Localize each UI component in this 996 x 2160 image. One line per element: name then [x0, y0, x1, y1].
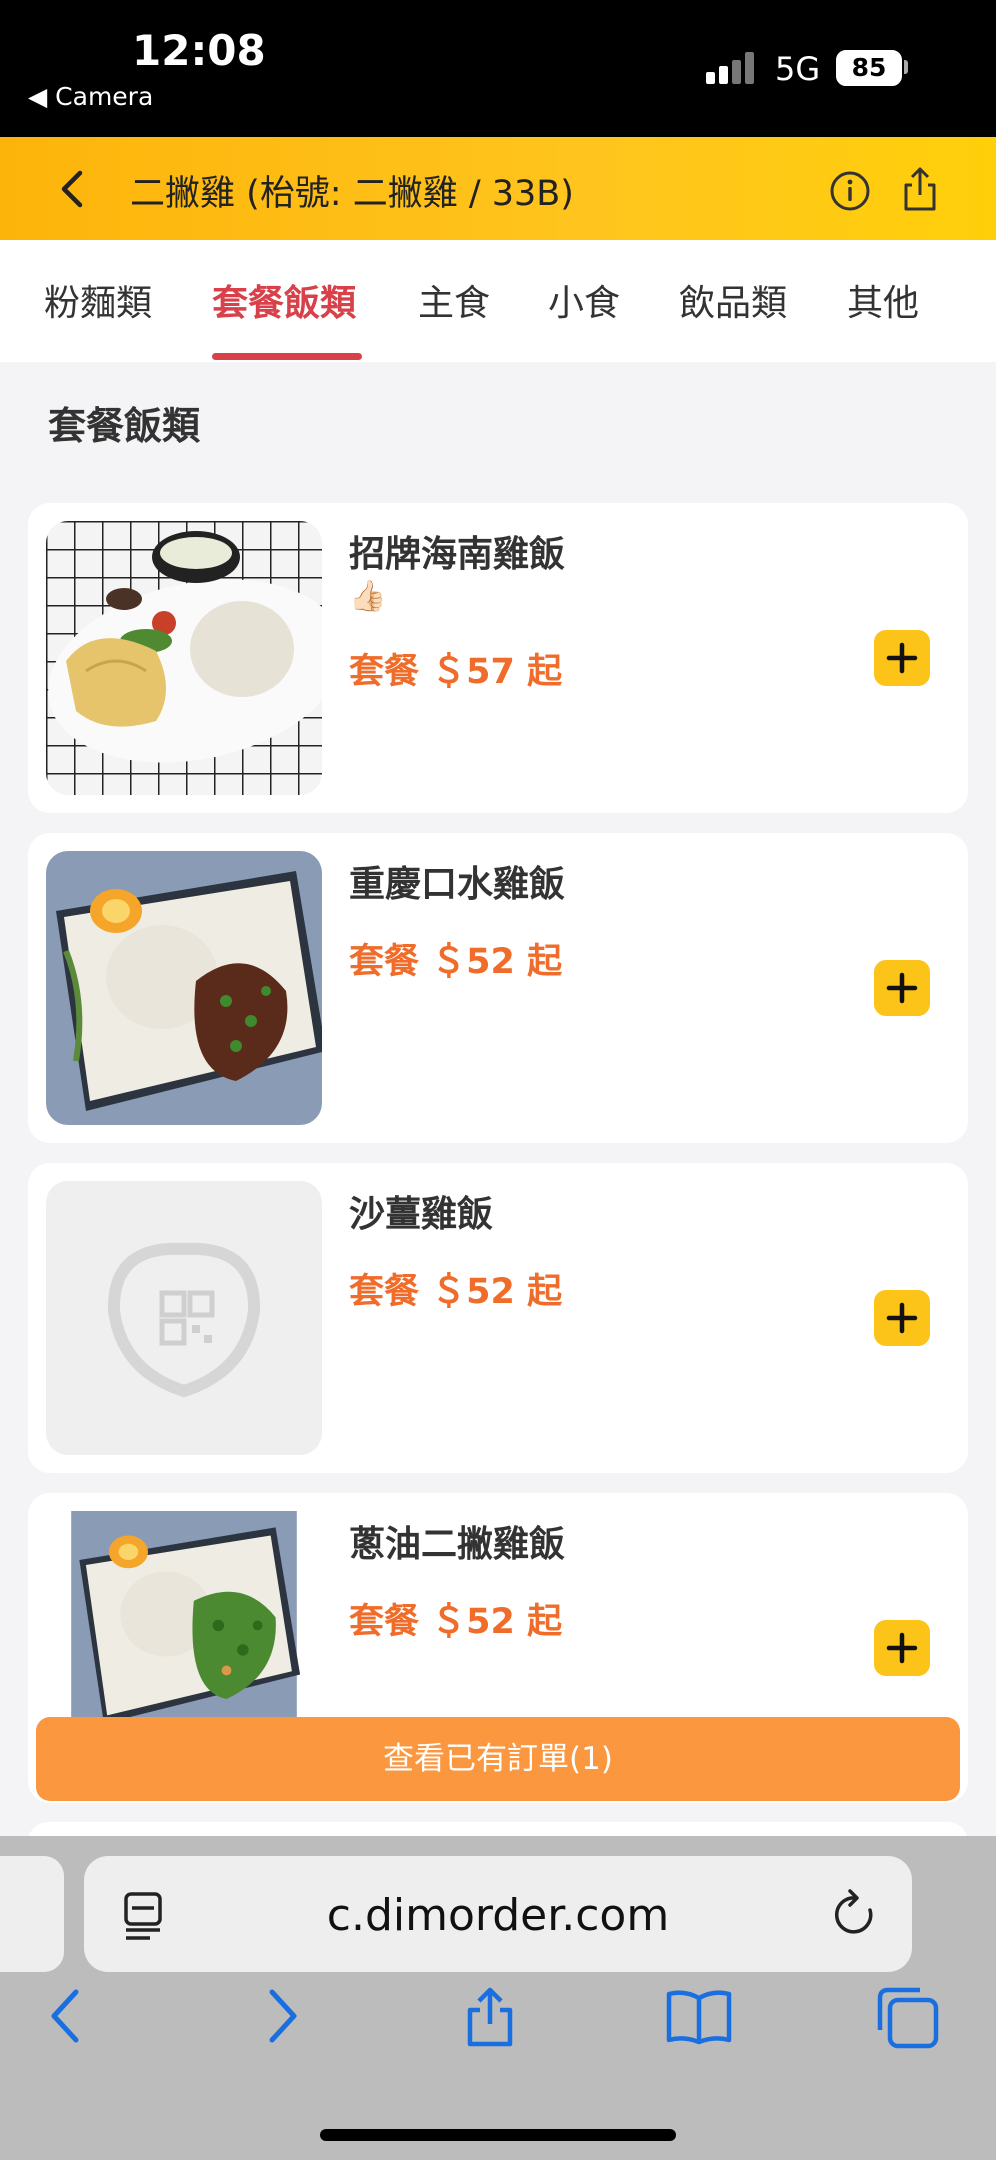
add-item-button[interactable]	[874, 960, 930, 1016]
info-icon[interactable]	[828, 169, 872, 213]
item-price: 套餐 ＄52 起	[349, 1602, 563, 1642]
browser-back-icon[interactable]	[46, 1986, 86, 2046]
share-icon[interactable]	[898, 165, 942, 213]
status-time: 12:08	[132, 26, 266, 75]
previous-tab-card[interactable]	[0, 1856, 64, 1972]
tab-staple[interactable]: 主食	[418, 274, 490, 326]
plus-icon	[886, 1632, 918, 1664]
menu-item-card[interactable]: 招牌海南雞飯 👍🏻 套餐 ＄57 起	[28, 503, 968, 813]
reload-icon[interactable]	[830, 1888, 880, 1940]
tab-drinks[interactable]: 飲品類	[679, 274, 787, 326]
url-text: c.dimorder.com	[326, 1890, 670, 1941]
item-price: 套餐 ＄57 起	[349, 652, 563, 692]
item-name: 招牌海南雞飯	[349, 534, 566, 575]
dish-photo	[46, 851, 322, 1125]
placeholder-image	[46, 1181, 322, 1455]
plus-icon	[886, 972, 918, 1004]
tab-set-meal-rice[interactable]: 套餐飯類	[212, 274, 356, 326]
dish-photo	[46, 521, 322, 795]
view-orders-button[interactable]: 查看已有訂單(1)	[36, 1717, 960, 1801]
status-bar: 12:08 ◀ Camera 5G 85	[0, 0, 996, 137]
menu-item-card[interactable]: 沙薑雞飯 套餐 ＄52 起	[28, 1163, 968, 1473]
add-item-button[interactable]	[874, 1620, 930, 1676]
item-name: 蔥油二撇雞飯	[349, 1524, 566, 1565]
item-name: 沙薑雞飯	[349, 1194, 494, 1235]
browser-forward-icon[interactable]	[262, 1986, 302, 2046]
battery-tip	[904, 60, 908, 74]
browser-toolbar: c.dimorder.com	[0, 1836, 996, 2160]
category-tabs: 粉麵類 套餐飯類 主食 小食 飲品類 其他	[0, 240, 996, 362]
item-price: 套餐 ＄52 起	[349, 1272, 563, 1312]
add-item-button[interactable]	[874, 630, 930, 686]
plus-icon	[886, 642, 918, 674]
dish-photo	[71, 1511, 301, 1735]
restaurant-header: 二撇雞 (枱號: 二撇雞 / 33B)	[0, 137, 996, 240]
item-name: 重慶口水雞飯	[349, 864, 566, 905]
thumbs-up-emoji: 👍🏻	[349, 579, 387, 614]
active-tab-indicator	[212, 353, 362, 360]
network-type: 5G	[775, 50, 821, 88]
tab-others[interactable]: 其他	[847, 274, 919, 326]
battery-icon: 85	[836, 50, 902, 86]
bookmarks-icon[interactable]	[664, 1986, 734, 2046]
back-to-camera-link[interactable]: ◀ Camera	[28, 82, 153, 111]
signal-icon	[706, 52, 758, 84]
plus-icon	[886, 1302, 918, 1334]
section-title: 套餐飯類	[48, 404, 201, 448]
back-chevron-icon[interactable]	[52, 167, 92, 211]
tab-snacks[interactable]: 小食	[548, 274, 620, 326]
address-bar[interactable]: c.dimorder.com	[84, 1856, 912, 1972]
home-indicator	[320, 2129, 676, 2141]
share-icon[interactable]	[462, 1986, 518, 2048]
tab-noodles[interactable]: 粉麵類	[44, 274, 152, 326]
tabs-icon[interactable]	[876, 1986, 940, 2050]
item-price: 套餐 ＄52 起	[349, 942, 563, 982]
add-item-button[interactable]	[874, 1290, 930, 1346]
menu-item-card[interactable]: 重慶口水雞飯 套餐 ＄52 起	[28, 833, 968, 1143]
restaurant-title: 二撇雞 (枱號: 二撇雞 / 33B)	[130, 174, 574, 214]
